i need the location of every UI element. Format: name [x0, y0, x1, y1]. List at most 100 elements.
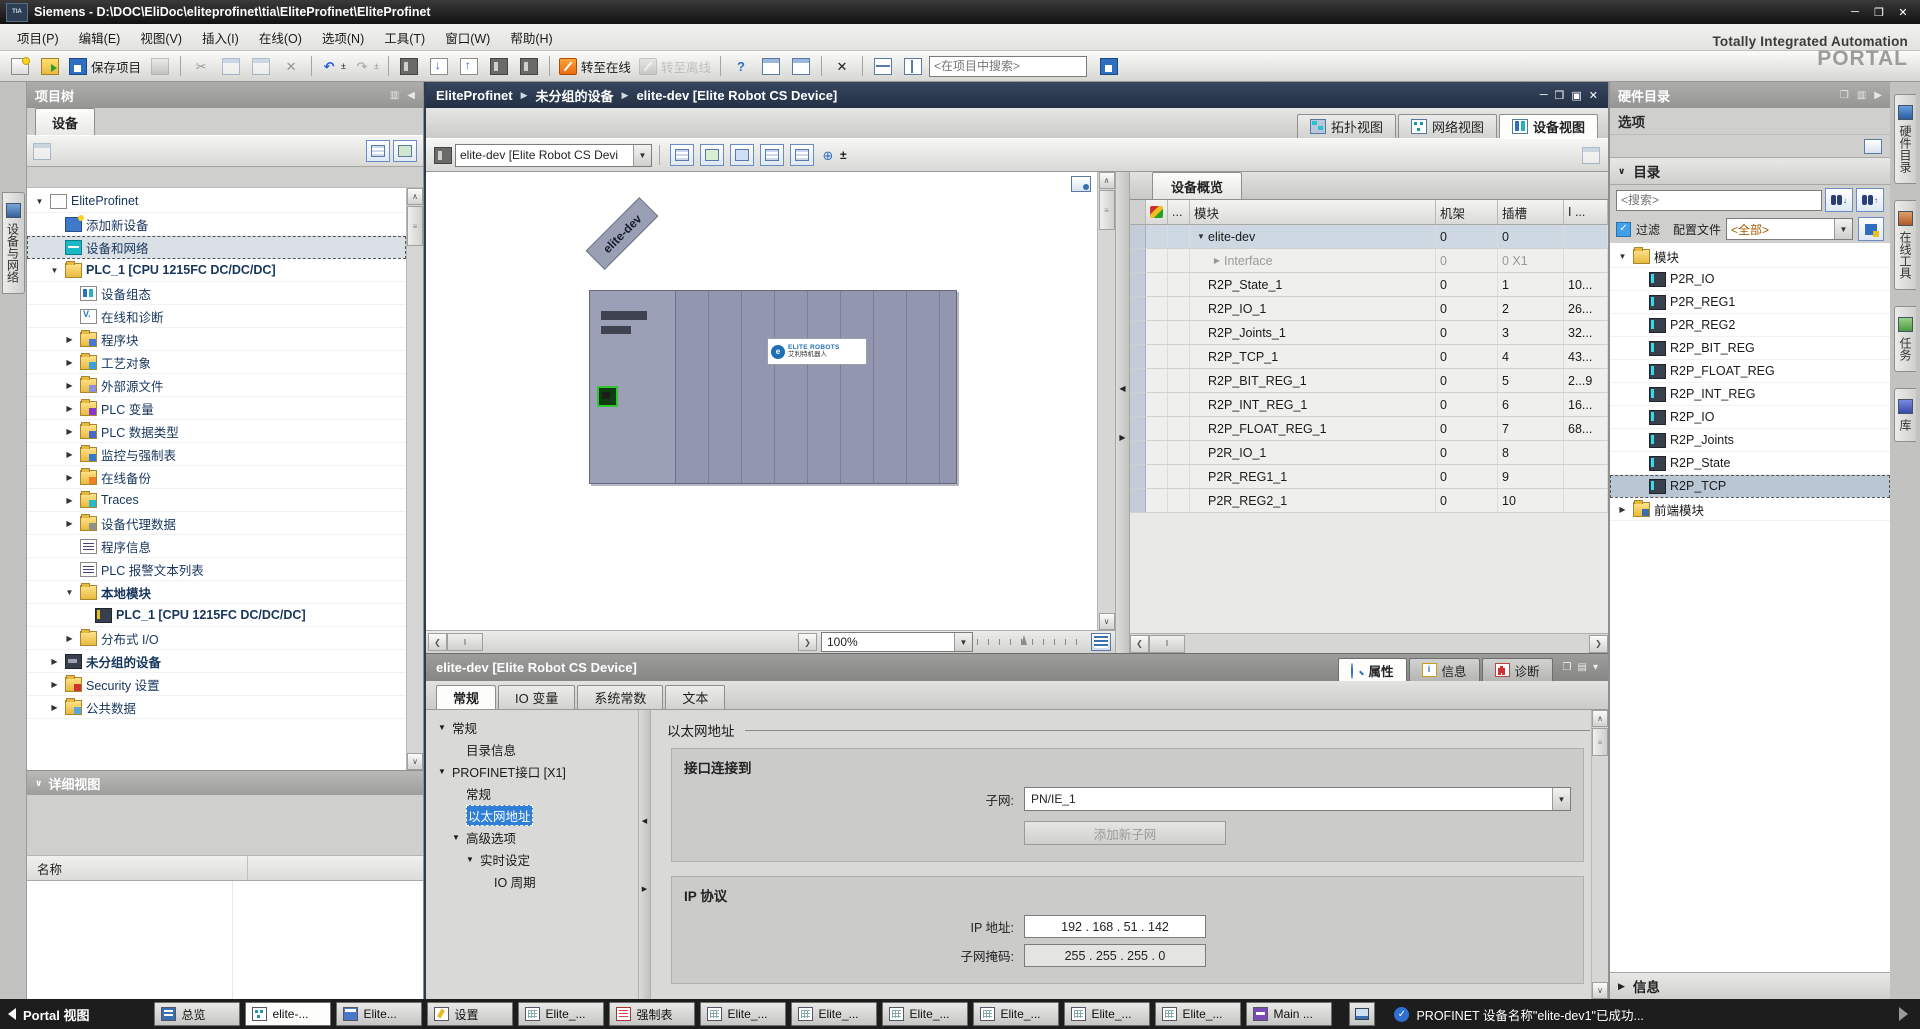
ip-address-input[interactable]: 192 . 168 . 51 . 142 — [1024, 915, 1206, 938]
undo-button[interactable]: ↶± — [318, 54, 349, 78]
menu-item[interactable]: 项目(P) — [8, 25, 68, 50]
catalog-tree-item[interactable]: ▼ 模块 — [1610, 245, 1890, 268]
search-up-button[interactable]: ↑ — [1856, 188, 1884, 212]
scroll-down-icon[interactable]: ∨ — [407, 753, 423, 770]
taskbar-item[interactable]: elite-... — [245, 1002, 331, 1026]
online-tools-side-tab[interactable]: 在线工具 — [1894, 200, 1916, 290]
scroll-up-icon[interactable]: ∧ — [1099, 172, 1115, 189]
filter-settings-button[interactable] — [1858, 217, 1884, 241]
project-tree-item[interactable]: ▼ EliteProfinet — [27, 190, 406, 213]
device-overview-row[interactable]: P2R_REG2_1 0 10 — [1130, 489, 1608, 513]
tray-monitor-button[interactable] — [1349, 1002, 1375, 1026]
zoom-level-select[interactable]: 100% ▼ — [821, 632, 973, 652]
scroll-right-icon[interactable]: ❯ — [1589, 635, 1608, 653]
project-tree-item[interactable]: PLC_1 [CPU 1215FC DC/DC/DC] — [27, 604, 406, 627]
zoom-dropdown-icon[interactable]: ▼ — [954, 633, 972, 651]
fit-to-view-button[interactable] — [1091, 633, 1111, 651]
properties-nav-item[interactable]: 以太网地址 — [426, 804, 638, 826]
module-cell[interactable]: P2R_REG2_1 — [1190, 489, 1436, 512]
edit-mode-button[interactable] — [730, 144, 754, 166]
upload-from-device-button[interactable] — [455, 54, 483, 78]
device-name-tag[interactable]: elite-dev — [586, 197, 659, 270]
expander-icon[interactable]: ▶ — [1616, 505, 1629, 514]
project-tree-item[interactable]: ▶ 工艺对象 — [27, 351, 406, 374]
tab-topology-view[interactable]: 拓扑视图 — [1297, 114, 1396, 138]
expander-icon[interactable]: ▼ — [436, 723, 448, 732]
subtab-texts[interactable]: 文本 — [665, 685, 725, 709]
device-head-module[interactable] — [590, 291, 676, 483]
catalog-tree-item[interactable]: R2P_INT_REG — [1610, 383, 1890, 406]
taskbar-item[interactable]: 总览 — [154, 1002, 240, 1026]
paste-button[interactable] — [247, 54, 275, 78]
catalog-section-header[interactable]: ∨ 目录 — [1610, 158, 1890, 185]
show-grid-button[interactable] — [760, 144, 784, 166]
download-to-device-button[interactable] — [425, 54, 453, 78]
taskbar-item[interactable]: Elite... — [336, 1002, 422, 1026]
scrollbar-thumb[interactable]: ‖ — [1149, 635, 1185, 653]
search-in-project-button[interactable] — [1095, 54, 1123, 78]
open-project-button[interactable] — [36, 54, 64, 78]
expander-icon[interactable]: ▶ — [63, 427, 76, 436]
project-search-input[interactable] — [929, 56, 1087, 77]
project-tree-item[interactable]: ▶ PLC 变量 — [27, 397, 406, 420]
properties-maximize-icon[interactable]: ▤ — [1578, 662, 1587, 673]
properties-nav-item[interactable]: ▼ 常规 — [426, 716, 638, 738]
expander-icon[interactable]: ▼ — [63, 588, 76, 597]
catalog-info-section[interactable]: ▶ 信息 — [1610, 972, 1890, 999]
overview-horizontal-scrollbar[interactable]: ❮ ‖ ❯ — [1130, 633, 1608, 653]
expander-icon[interactable]: ▶ — [63, 450, 76, 459]
taskbar-item[interactable]: Main ... — [1246, 1002, 1332, 1026]
cross-reference-button[interactable]: ✕ — [828, 54, 856, 78]
sync-device-icon[interactable] — [1582, 147, 1600, 164]
catalog-tree-item[interactable]: R2P_BIT_REG — [1610, 337, 1890, 360]
delete-button[interactable]: ✕ — [277, 54, 305, 78]
collapse-panel-icon[interactable]: ▶ — [1874, 90, 1882, 101]
project-tree-item[interactable]: 设备组态 — [27, 282, 406, 305]
tab-device-view[interactable]: 设备视图 — [1499, 114, 1598, 138]
subnet-dropdown-icon[interactable]: ▼ — [1552, 788, 1570, 810]
splitter-right-icon[interactable]: ▶ — [642, 885, 647, 893]
tab-diagnostics[interactable]: 诊断 — [1482, 658, 1553, 681]
devices-networks-side-tab[interactable]: 设备与网络 — [2, 192, 25, 294]
tab-devices[interactable]: 设备 — [35, 108, 95, 135]
expander-icon[interactable]: ▼ — [1194, 232, 1208, 241]
editor-minimize-icon[interactable]: ─ — [1540, 89, 1548, 102]
device-overview-row[interactable]: R2P_FLOAT_REG_1 0 7 68... — [1130, 417, 1608, 441]
scrollbar-thumb[interactable]: ≡ — [1099, 190, 1115, 230]
device-overview-row[interactable]: ▼elite-dev 0 0 — [1130, 225, 1608, 249]
menu-item[interactable]: 帮助(H) — [501, 25, 561, 50]
compile-button[interactable] — [395, 54, 423, 78]
canvas-overview-splitter[interactable]: ◀ ▶ — [1115, 172, 1130, 653]
subtab-io-tags[interactable]: IO 变量 — [498, 685, 575, 709]
breadcrumb-device[interactable]: elite-dev [Elite Robot CS Device] — [636, 88, 837, 103]
expander-icon[interactable]: ▼ — [48, 266, 61, 275]
profile-dropdown-icon[interactable]: ▼ — [1834, 219, 1852, 239]
expander-icon[interactable]: ▶ — [63, 335, 76, 344]
taskbar-item[interactable]: Elite_... — [973, 1002, 1059, 1026]
catalog-tree-item[interactable]: R2P_FLOAT_REG — [1610, 360, 1890, 383]
start-cpu-button[interactable] — [485, 54, 513, 78]
redo-button[interactable]: ↷± — [351, 54, 382, 78]
expander-icon[interactable]: ▼ — [1616, 252, 1629, 261]
splitter-left-icon[interactable]: ◀ — [642, 817, 647, 825]
properties-nav-item[interactable]: ▼ 高级选项 — [426, 826, 638, 848]
subtab-system-constants[interactable]: 系统常数 — [577, 685, 663, 709]
tab-info[interactable]: i信息 — [1409, 658, 1480, 681]
portal-view-button[interactable]: Portal 视图 — [8, 1005, 89, 1024]
project-tree-scrollbar[interactable]: ∧ ≡ ∨ — [406, 188, 423, 770]
properties-nav-item[interactable]: ▼ PROFINET接口 [X1] — [426, 760, 638, 782]
details-name-column[interactable]: 名称 — [37, 859, 62, 878]
iaddress-column[interactable]: I ... — [1564, 200, 1608, 224]
scroll-up-icon[interactable]: ∧ — [407, 188, 423, 205]
device-overview-row[interactable]: R2P_State_1 0 1 10... — [1130, 273, 1608, 297]
editor-float-icon[interactable]: ❒ — [1555, 89, 1565, 102]
menu-item[interactable]: 插入(I) — [193, 25, 248, 50]
slot-column[interactable]: 插槽 — [1498, 200, 1564, 224]
expander-icon[interactable]: ▶ — [63, 358, 76, 367]
device-overview-row[interactable]: R2P_IO_1 0 2 26... — [1130, 297, 1608, 321]
new-folder-icon[interactable] — [33, 143, 51, 160]
tab-network-view[interactable]: 网络视图 — [1398, 114, 1497, 138]
properties-nav-item[interactable]: ▼ 实时设定 — [426, 848, 638, 870]
device-module-graphic[interactable]: e ELITE ROBOTS 艾利特机器人 — [589, 290, 957, 484]
stop-simulation-button[interactable] — [787, 54, 815, 78]
